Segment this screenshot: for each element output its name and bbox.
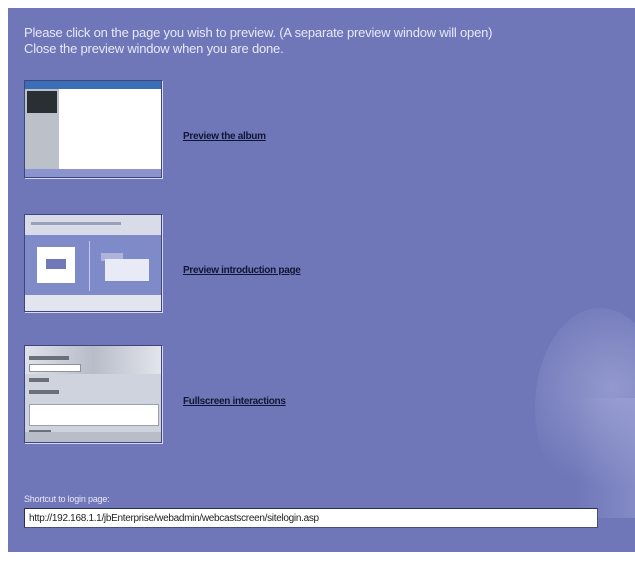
thumbnail-document [105,259,149,281]
preview-introduction-link[interactable]: Preview introduction page [183,265,301,276]
url-field[interactable] [24,508,598,528]
thumbnail-footer [25,169,161,177]
thumbnail-title-bar [25,81,161,89]
preview-album-link[interactable]: Preview the album [183,131,266,142]
thumbnail-content-area [59,89,161,171]
thumbnail-text-box [29,404,159,426]
interactions-page-thumbnail-icon[interactable] [24,345,162,443]
thumbnail-footer [25,295,161,311]
preview-page: Please click on the page you wish to pre… [8,8,635,552]
thumbnail-header [25,215,161,235]
thumbnail-card-inner [46,259,66,269]
thumbnail-text-row [29,390,59,394]
album-page-thumbnail-icon[interactable] [24,80,162,178]
url-label: Shortcut to login page: [24,494,110,504]
thumbnail-field [29,364,81,372]
background-decoration-shade [575,398,635,518]
thumbnail-divider [89,241,90,291]
thumbnail-text-row [29,378,49,382]
instructions-line-1: Please click on the page you wish to pre… [24,25,493,40]
instructions-line-2: Close the preview window when you are do… [24,41,284,56]
thumbnail-header-line [31,222,121,225]
fullscreen-interactions-link[interactable]: Fullscreen interactions [183,396,286,407]
introduction-page-thumbnail-icon[interactable] [24,214,162,312]
thumbnail-text-row [29,356,69,360]
thumbnail-image [27,91,57,113]
thumbnail-footer [25,432,161,442]
instructions-text: Please click on the page you wish to pre… [24,25,629,57]
